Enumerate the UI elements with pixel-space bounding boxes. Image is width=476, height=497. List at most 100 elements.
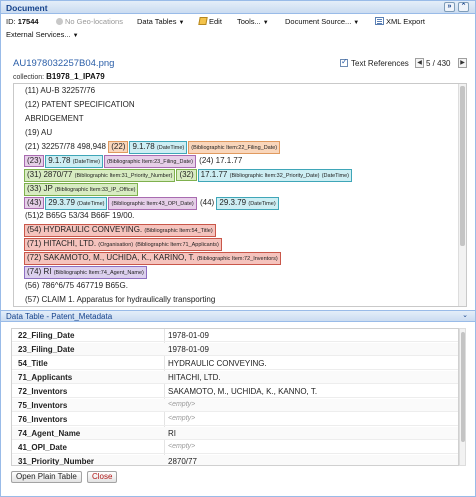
row-value[interactable]: <empty> [168,443,195,450]
document-filename[interactable]: AU1978032257B04.png [13,58,114,69]
text-line: (23) 9.1.78 (DateTime) (Bibliographic Item… [24,155,242,168]
page-indicator: 5 / 430 [426,59,451,68]
document-viewer-window: Document » ⌃ ID: 17544 No Geo-locations … [0,0,476,497]
text-line: (51)2 B65G 53/34 B66F 19/00. [25,211,135,220]
row-value[interactable]: <empty> [168,415,195,422]
table-row[interactable]: 75_Inventors <empty> [12,399,458,412]
document-scrollbar[interactable] [458,84,466,306]
document-toolbar: ID: 17544 No Geo-locations Data Tables ▼ … [1,15,475,28]
table-row[interactable]: 71_Applicants HITACHI, LTD. [12,371,458,384]
annotation[interactable]: (23) [24,155,45,167]
open-plain-table-button[interactable]: Open Plain Table [11,471,82,483]
document-text-area[interactable]: (11) AU-B 32257/76 (12) PATENT SPECIFICA… [13,83,467,307]
annotation[interactable]: 29.3.79 (DateTime) [45,197,108,210]
chevron-down-icon: ▼ [178,20,185,26]
collapse-icon[interactable]: ⌃ [458,2,469,12]
annotation[interactable]: 9.1.78 (DateTime) [129,141,188,154]
annotation[interactable]: 9.1.78 (DateTime) [45,155,104,168]
scrollbar-thumb[interactable] [460,86,465,246]
text-line: ABRIDGEMENT [25,114,84,123]
annotation[interactable]: (Bibliographic Item:23_Filing_Date) [104,155,196,168]
tools-menu[interactable]: Tools... ▼ [237,17,269,26]
collapse-icon[interactable]: ⌄ [460,311,470,321]
annotation[interactable]: (72) SAKAMOTO, M., UCHIDA, K., KARINO, T… [24,252,281,265]
text-references-toggle[interactable]: Text References [340,57,409,68]
table-row[interactable]: 41_OPI_Date <empty> [12,441,458,454]
document-toolbar-2: External Services... ▼ [1,28,475,41]
table-row[interactable]: 54_Title HYDRAULIC CONVEYING. [12,357,458,370]
text-line: (11) AU-B 32257/76 [25,86,96,95]
annotation[interactable]: (31) 2870/77 (Bibliographic Item:31_Prio… [24,169,176,182]
text-line: (74) RI (Bibliographic Item:74_Agent_Nam… [24,266,148,279]
text-line: (19) AU [25,128,53,137]
document-source-menu[interactable]: Document Source... ▼ [285,17,359,26]
row-value[interactable]: 1978-01-09 [168,331,209,340]
text-line: (21) 32257/78 498,948 (22) 9.1.78 (DateTi… [25,141,281,154]
document-panel-header: Document » ⌃ [1,1,475,14]
table-row[interactable]: 74_Agent_Name RI [12,427,458,440]
geo-locations-button[interactable]: No Geo-locations [56,17,123,26]
row-key: 41_OPI_Date [18,443,67,452]
table-scrollbar[interactable] [459,328,466,466]
text-line: (31) 2870/77 (Bibliographic Item:31_Prio… [24,169,353,182]
annotation[interactable]: 17.1.77 (Bibliographic Item:32_Priority_… [197,169,353,182]
row-key: 74_Agent_Name [18,429,81,438]
annotation[interactable]: (Bibliographic Item:43_OPI_Date) [108,197,197,210]
annotation[interactable]: (74) RI (Bibliographic Item:74_Agent_Nam… [24,266,147,279]
table-row[interactable]: 72_Inventors SAKAMOTO, M., UCHIDA, K., K… [12,385,458,398]
row-value[interactable]: SAKAMOTO, M., UCHIDA, K., KANNO, T. [168,387,317,396]
row-key: 71_Applicants [18,373,73,382]
row-value[interactable]: 2870/77 [168,457,197,465]
annotation[interactable]: (Bibliographic Item:22_Filing_Date) [188,141,281,154]
table-row[interactable]: 76_Inventors <empty> [12,413,458,426]
row-value[interactable]: HITACHI, LTD. [168,373,221,382]
text-line: (43) 29.3.79 (DateTime) (Bibliographic Ite… [24,197,280,210]
chevron-down-icon: ▼ [353,20,360,26]
row-key: 76_Inventors [18,415,68,424]
text-references-checkbox[interactable] [340,57,348,67]
chevron-down-icon: ▼ [72,33,79,39]
row-value[interactable]: <empty> [168,401,195,408]
prev-page-button[interactable]: ◀ [415,58,424,68]
annotation[interactable]: (54) HYDRAULIC CONVEYING. (Bibliographic… [24,224,216,237]
row-key: 75_Inventors [18,401,68,410]
table-row[interactable]: 22_Filing_Date 1978-01-09 [12,329,458,342]
edit-button[interactable]: Edit [198,17,222,26]
xml-export-button[interactable]: XML Export [375,17,425,26]
chevron-down-icon: ▼ [262,20,269,26]
data-table-panel-header: Data Table - Patent_Metadata ⌄ [1,310,475,322]
xml-icon [375,17,384,25]
collection-info: collection: B1978_1_IPA79 [13,72,105,81]
data-table-title: Data Table - Patent_Metadata [6,312,113,321]
row-value[interactable]: RI [168,429,176,438]
document-id: ID: 17544 [6,17,39,26]
text-line: (56) 786^6/75 467719 B65G. [25,281,128,290]
row-key: 72_Inventors [18,387,68,396]
annotation[interactable]: (71) HITACHI, LTD. (Organisation) (Bibli… [24,238,222,251]
table-row[interactable]: 31_Priority_Number 2870/77 [12,455,458,466]
annotation[interactable]: (43) [24,197,45,209]
text-line: (71) HITACHI, LTD. (Organisation) (Bibli… [24,238,223,251]
row-value[interactable]: HYDRAULIC CONVEYING. [168,359,267,368]
data-table-button-bar: Open Plain Table Close [1,468,475,496]
expand-icon[interactable]: » [444,2,455,12]
table-row[interactable]: 23_Filing_Date 1978-01-09 [12,343,458,356]
row-key: 54_Title [18,359,48,368]
row-key: 31_Priority_Number [18,457,95,466]
annotation[interactable]: (32) [176,169,197,181]
text-line: (54) HYDRAULIC CONVEYING. (Bibliographic… [24,224,217,237]
row-key: 23_Filing_Date [18,345,75,354]
text-line: (33) JP (Bibliographic Item:33_IP_Office… [24,183,139,196]
annotation[interactable]: (22) [108,141,129,153]
scrollbar-thumb[interactable] [461,332,465,442]
annotation[interactable]: (33) JP (Bibliographic Item:33_IP_Office… [24,183,139,196]
close-button[interactable]: Close [87,471,118,483]
row-value[interactable]: 1978-01-09 [168,345,209,354]
annotation[interactable]: 29.3.79 (DateTime) [216,197,279,210]
globe-icon [56,18,63,25]
external-services-menu[interactable]: External Services... ▼ [6,30,79,39]
panel-title: Document [6,3,48,13]
data-tables-menu[interactable]: Data Tables ▼ [137,17,184,26]
next-page-button[interactable]: ▶ [458,58,467,68]
pencil-icon [198,17,208,25]
